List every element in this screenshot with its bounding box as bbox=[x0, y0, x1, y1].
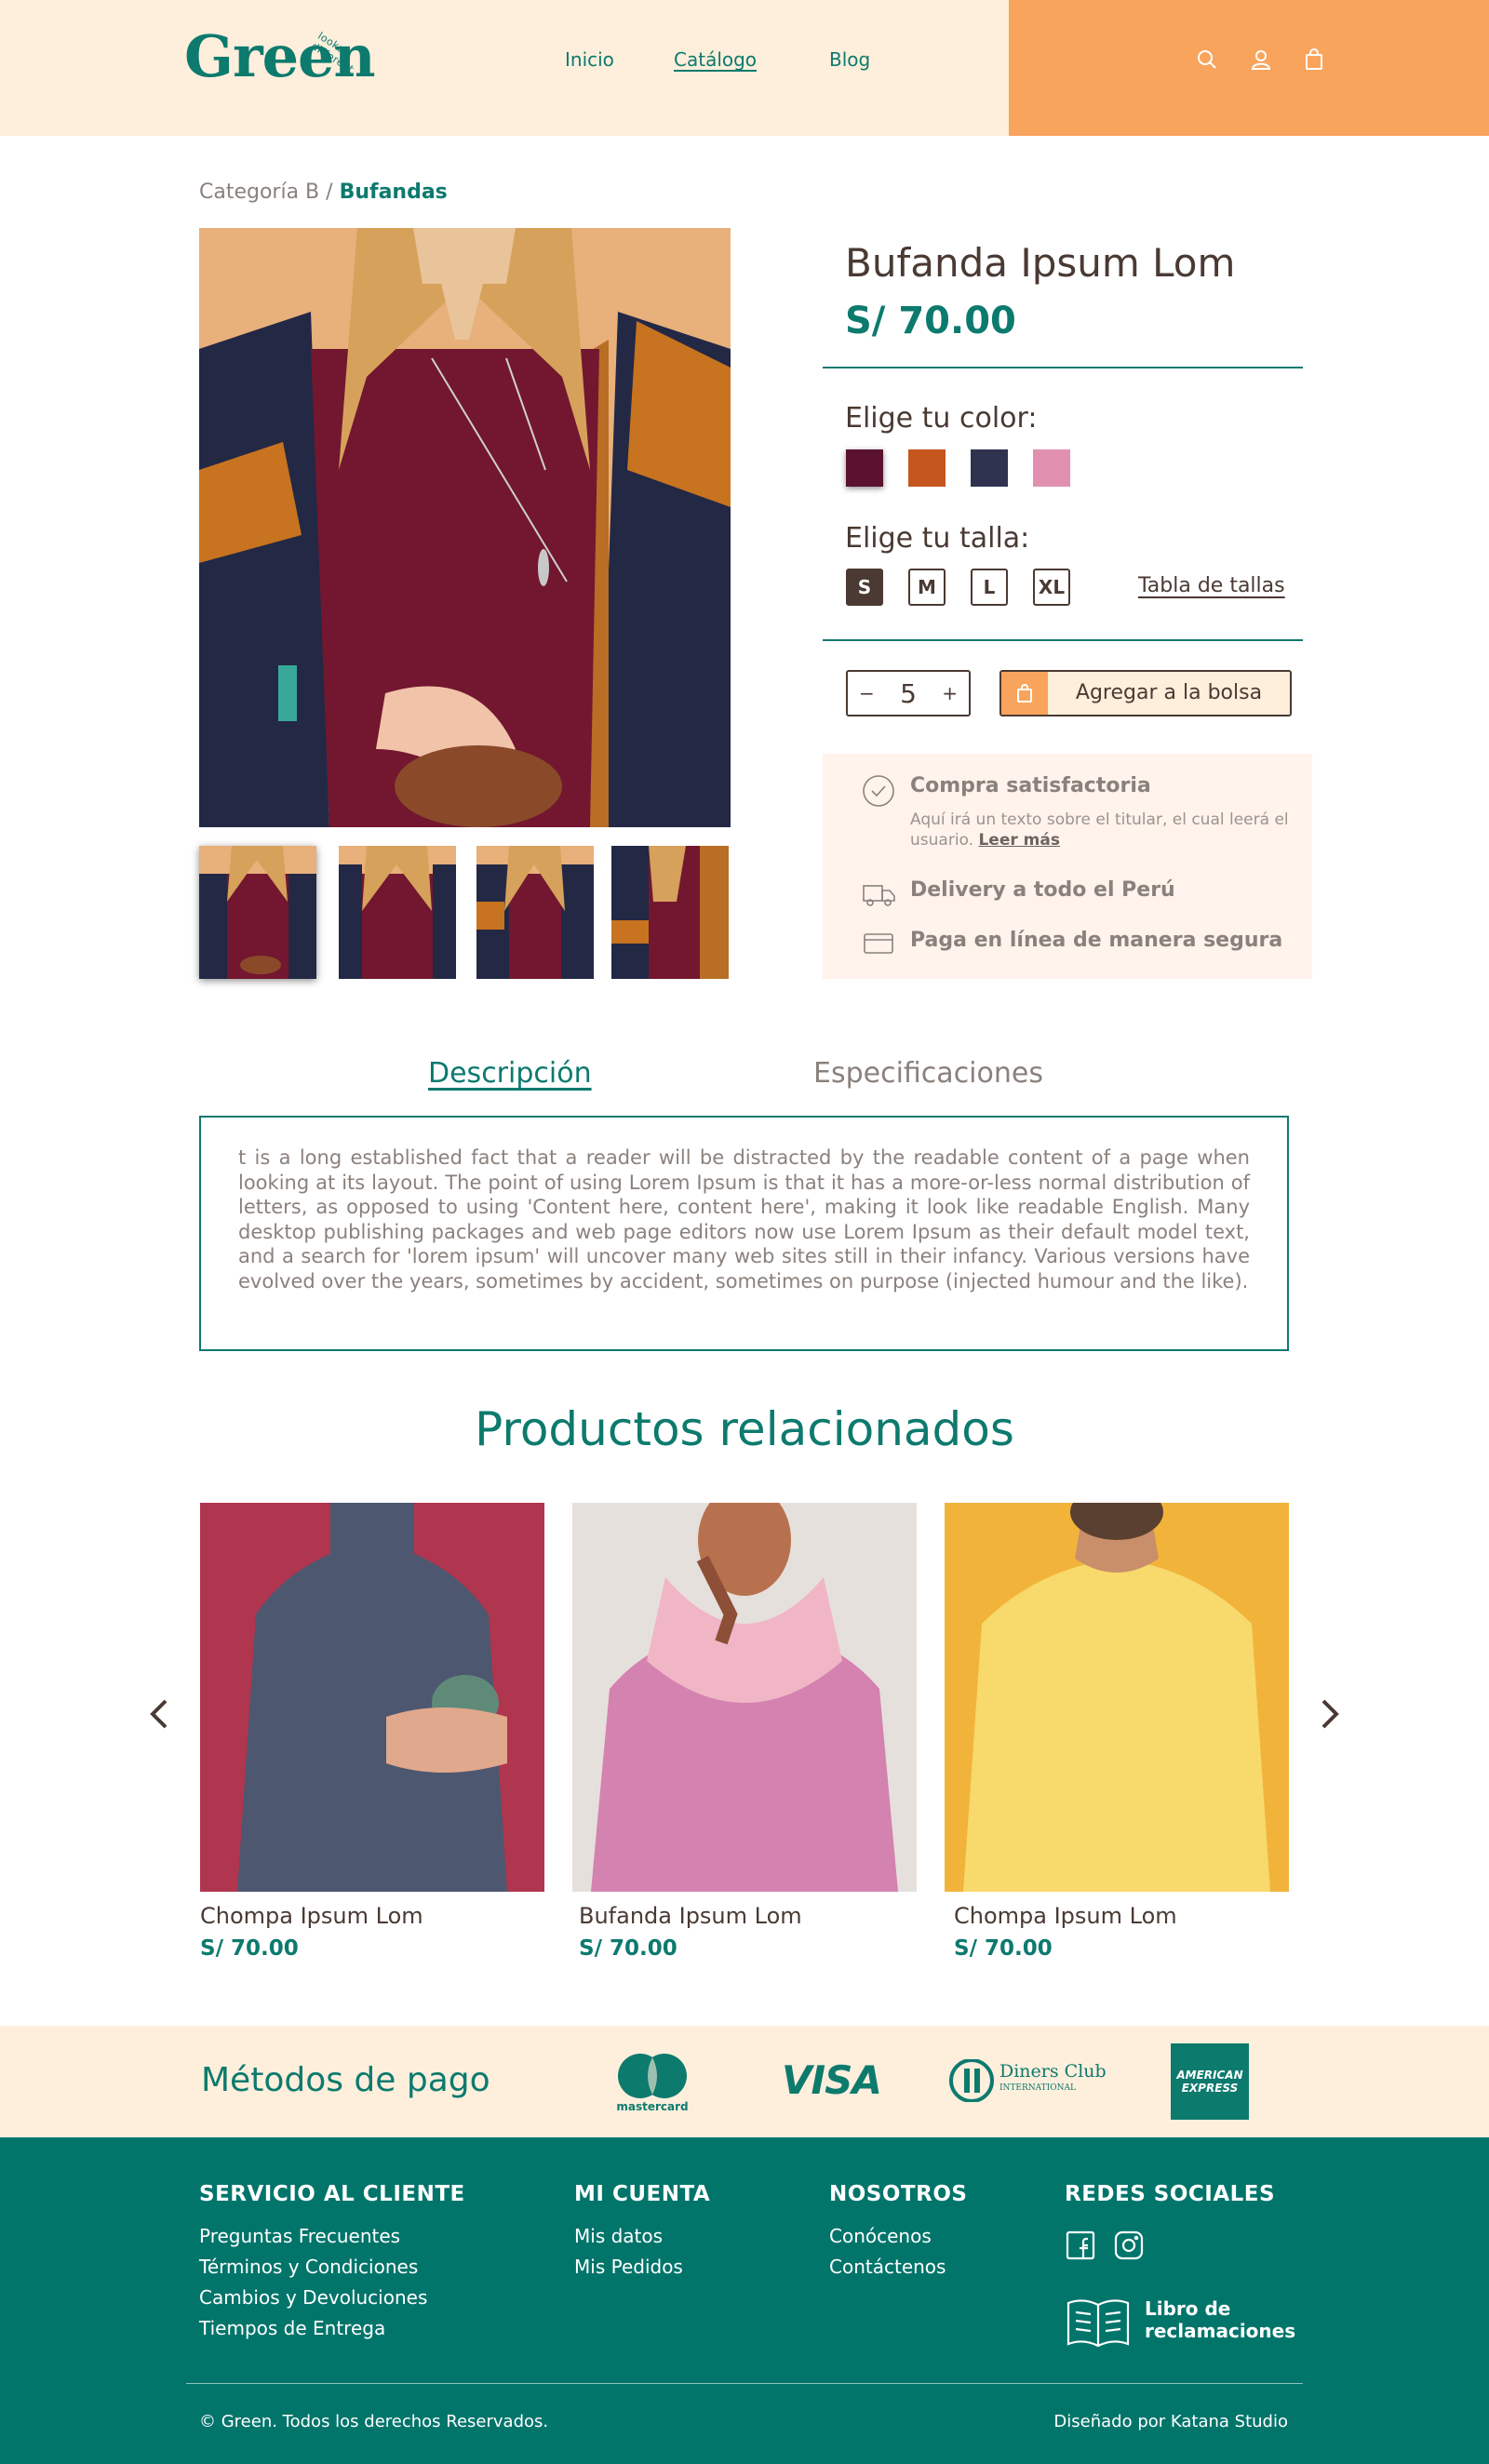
complaints-book-icon[interactable] bbox=[1065, 2296, 1132, 2350]
site-footer: SERVICIO AL CLIENTE Preguntas Frecuentes… bbox=[0, 2137, 1489, 2464]
mastercard-logo: mastercard bbox=[610, 2048, 694, 2115]
product-main-image bbox=[199, 228, 731, 827]
chevron-left-icon[interactable] bbox=[145, 1694, 173, 1734]
divider bbox=[823, 639, 1303, 641]
benefits-panel: Compra satisfactoria Aquí irá un texto s… bbox=[823, 754, 1312, 979]
chevron-right-icon[interactable] bbox=[1316, 1694, 1344, 1734]
breadcrumb: Categoría B / Bufandas bbox=[199, 181, 448, 204]
description-text: t is a long established fact that a read… bbox=[238, 1146, 1250, 1292]
tab-description[interactable]: Descripción bbox=[428, 1057, 592, 1090]
add-to-bag-button[interactable]: Agregar a la bolsa bbox=[999, 670, 1292, 716]
size-label: Elige tu talla: bbox=[845, 522, 1030, 555]
footer-social-title: REDES SOCIALES bbox=[1065, 2182, 1276, 2206]
related-product-card[interactable]: Bufanda Ipsum Lom S/ 70.00 bbox=[572, 1503, 917, 1961]
designer-credit: Diseñado por Katana Studio bbox=[1053, 2412, 1288, 2431]
benefit-satisfaction-title: Compra satisfactoria bbox=[910, 774, 1151, 797]
related-product-name: Chompa Ipsum Lom bbox=[200, 1903, 423, 1929]
footer-link-returns[interactable]: Cambios y Devoluciones bbox=[199, 2286, 427, 2309]
size-s-button[interactable]: S bbox=[846, 569, 883, 606]
read-more-link[interactable]: Leer más bbox=[978, 831, 1060, 850]
thumbnail-1[interactable] bbox=[199, 846, 316, 979]
delivery-truck-icon bbox=[860, 875, 897, 912]
check-circle-icon bbox=[860, 772, 897, 810]
visa-logo: VISA bbox=[782, 2057, 882, 2103]
diners-club-logo: Diners Club INTERNATIONAL bbox=[947, 2059, 1107, 2102]
payment-methods-title: Métodos de pago bbox=[201, 2061, 490, 2099]
related-products-title: Productos relacionados bbox=[475, 1402, 1014, 1456]
payment-methods-bar: Métodos de pago mastercard VISA Diners C… bbox=[0, 2026, 1489, 2137]
footer-divider bbox=[186, 2383, 1303, 2384]
amex-wordmark-2: EXPRESS bbox=[1181, 2082, 1239, 2095]
related-product-price: S/ 70.00 bbox=[579, 1936, 677, 1961]
color-swatch-burgundy[interactable] bbox=[846, 449, 883, 487]
related-product-price: S/ 70.00 bbox=[200, 1936, 299, 1961]
shopping-bag-icon bbox=[1001, 672, 1048, 715]
related-product-name: Bufanda Ipsum Lom bbox=[579, 1903, 802, 1929]
related-product-card[interactable]: Chompa Ipsum Lom S/ 70.00 bbox=[945, 1503, 1289, 1961]
footer-link-about[interactable]: Conócenos bbox=[829, 2225, 932, 2247]
size-xl-button[interactable]: XL bbox=[1033, 569, 1070, 606]
credit-card-icon bbox=[860, 925, 897, 962]
related-product-image bbox=[945, 1503, 1289, 1892]
amex-wordmark-1: AMERICAN bbox=[1176, 2069, 1243, 2082]
color-label: Elige tu color: bbox=[845, 402, 1038, 435]
quantity-value[interactable]: 5 bbox=[900, 678, 917, 709]
quantity-increase-button[interactable]: + bbox=[942, 682, 958, 704]
related-product-card[interactable]: Chompa Ipsum Lom S/ 70.00 bbox=[200, 1503, 544, 1961]
footer-link-terms[interactable]: Términos y Condiciones bbox=[199, 2256, 418, 2278]
nav-catalogo[interactable]: Catálogo bbox=[674, 48, 757, 71]
search-icon[interactable] bbox=[1194, 47, 1220, 73]
add-to-bag-label: Agregar a la bolsa bbox=[1075, 681, 1263, 704]
benefit-delivery: Delivery a todo el Perú bbox=[910, 878, 1175, 902]
footer-link-faq[interactable]: Preguntas Frecuentes bbox=[199, 2225, 400, 2247]
quantity-stepper: − 5 + bbox=[846, 670, 971, 716]
footer-account-title: MI CUENTA bbox=[574, 2182, 711, 2206]
diners-wordmark: Diners Club bbox=[999, 2061, 1107, 2082]
product-title: Bufanda Ipsum Lom bbox=[845, 240, 1236, 286]
site-header: Green looks different Inicio Catálogo Bl… bbox=[0, 0, 1489, 136]
thumbnail-3[interactable] bbox=[476, 846, 594, 979]
product-price: S/ 70.00 bbox=[845, 300, 1016, 342]
thumbnail-2[interactable] bbox=[339, 846, 456, 979]
related-product-image bbox=[200, 1503, 544, 1892]
related-product-name: Chompa Ipsum Lom bbox=[954, 1903, 1177, 1929]
copyright-text: © Green. Todos los derechos Reservados. bbox=[199, 2412, 549, 2431]
thumbnail-4[interactable] bbox=[611, 846, 729, 979]
instagram-icon[interactable] bbox=[1113, 2230, 1145, 2261]
color-swatch-orange[interactable] bbox=[908, 449, 946, 487]
size-l-button[interactable]: L bbox=[971, 569, 1008, 606]
benefit-satisfaction-text: Aquí irá un texto sobre el titular, el c… bbox=[910, 810, 1289, 850]
size-m-button[interactable]: M bbox=[908, 569, 946, 606]
description-panel: t is a long established fact that a read… bbox=[199, 1116, 1289, 1351]
shopping-bag-icon[interactable] bbox=[1301, 47, 1327, 73]
amex-logo: AMERICAN EXPRESS bbox=[1171, 2043, 1249, 2120]
diners-subtitle: INTERNATIONAL bbox=[999, 2083, 1076, 2093]
related-product-image bbox=[572, 1503, 917, 1892]
quantity-decrease-button[interactable]: − bbox=[859, 682, 875, 704]
color-swatch-navy[interactable] bbox=[971, 449, 1008, 487]
facebook-icon[interactable] bbox=[1065, 2230, 1096, 2261]
footer-link-delivery-times[interactable]: Tiempos de Entrega bbox=[199, 2317, 385, 2339]
complaints-book-link[interactable]: Libro de reclamaciones bbox=[1145, 2297, 1349, 2342]
mastercard-wordmark: mastercard bbox=[616, 2100, 689, 2113]
footer-link-my-data[interactable]: Mis datos bbox=[574, 2225, 663, 2247]
breadcrumb-current[interactable]: Bufandas bbox=[340, 181, 448, 204]
tab-specifications[interactable]: Especificaciones bbox=[813, 1057, 1043, 1090]
footer-link-contact[interactable]: Contáctenos bbox=[829, 2256, 946, 2278]
breadcrumb-parent[interactable]: Categoría B / bbox=[199, 181, 340, 204]
related-product-price: S/ 70.00 bbox=[954, 1936, 1053, 1961]
footer-service-title: SERVICIO AL CLIENTE bbox=[199, 2182, 465, 2206]
nav-blog[interactable]: Blog bbox=[829, 48, 870, 71]
user-icon[interactable] bbox=[1248, 47, 1274, 73]
size-chart-link[interactable]: Tabla de tallas bbox=[1138, 574, 1285, 597]
footer-link-my-orders[interactable]: Mis Pedidos bbox=[574, 2256, 683, 2278]
nav-inicio[interactable]: Inicio bbox=[565, 48, 614, 71]
color-swatch-pink[interactable] bbox=[1033, 449, 1070, 487]
divider bbox=[823, 367, 1303, 368]
logo[interactable]: Green looks different bbox=[184, 22, 398, 106]
footer-about-title: NOSOTROS bbox=[829, 2182, 968, 2206]
benefit-secure-payment: Paga en línea de manera segura bbox=[910, 929, 1283, 952]
